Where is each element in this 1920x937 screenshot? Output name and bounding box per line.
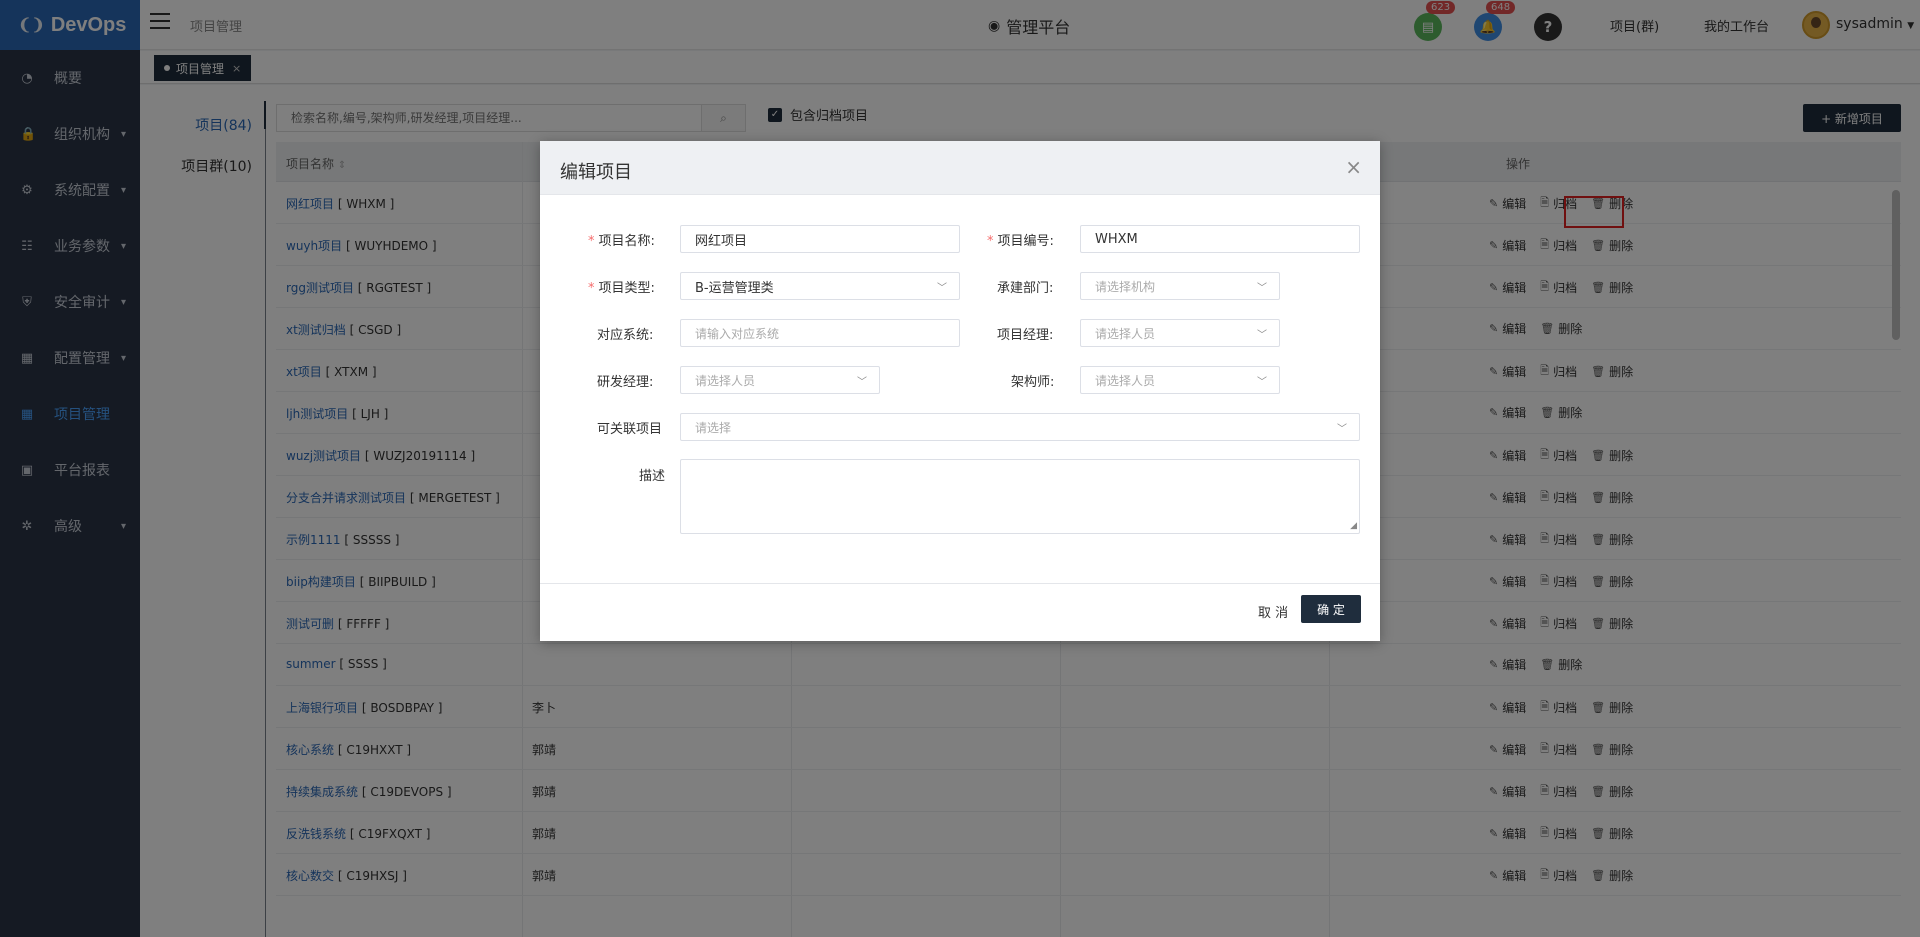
dept-label: 承建部门:	[997, 281, 1054, 296]
architect-select[interactable]: 请选择人员 ﹀	[1080, 366, 1280, 394]
pm-select[interactable]: 请选择人员 ﹀	[1080, 319, 1280, 347]
chevron-down-icon: ﹀	[1257, 283, 1267, 294]
required-marker: *	[987, 234, 994, 249]
dialog-footer: 取 消 确 定	[540, 583, 1380, 641]
related-projects-select[interactable]: 请选择 ﹀	[680, 413, 1360, 441]
cancel-button[interactable]: 取 消	[1258, 602, 1288, 621]
project-name-field[interactable]: 网红项目	[680, 225, 960, 253]
project-type-label: * 项目类型:	[588, 281, 655, 296]
system-input[interactable]: 请输入对应系统	[680, 319, 960, 347]
chevron-down-icon: ﹀	[1257, 377, 1267, 388]
architect-label: 架构师:	[1011, 375, 1055, 390]
chevron-down-icon: ﹀	[857, 377, 867, 388]
close-icon[interactable]: ×	[1345, 155, 1362, 179]
required-marker: *	[588, 234, 595, 249]
dialog-title: 编辑项目	[560, 162, 632, 183]
project-code-label: * 项目编号:	[987, 234, 1054, 249]
description-textarea[interactable]: ◢	[680, 459, 1360, 534]
dev-manager-select[interactable]: 请选择人员 ﹀	[680, 366, 880, 394]
chevron-down-icon: ﹀	[1337, 424, 1347, 435]
resize-grip-icon[interactable]: ◢	[1350, 521, 1357, 531]
chevron-down-icon: ﹀	[937, 283, 947, 294]
project-code-field[interactable]: WHXM	[1080, 225, 1360, 253]
related-projects-label: 可关联项目	[597, 422, 663, 437]
project-name-label: * 项目名称:	[588, 234, 655, 249]
chevron-down-icon: ﹀	[1257, 330, 1267, 341]
pm-label: 项目经理:	[997, 328, 1054, 343]
edit-project-dialog: 编辑项目 × * 项目名称: 网红项目 * 项目编号: WHXM * 项目类型: B-…	[540, 141, 1380, 641]
dev-manager-label: 研发经理:	[597, 375, 654, 390]
dept-select[interactable]: 请选择机构 ﹀	[1080, 272, 1280, 300]
description-label: 描述	[639, 469, 666, 484]
confirm-button[interactable]: 确 定	[1301, 595, 1361, 623]
required-marker: *	[588, 281, 595, 296]
dialog-header: 编辑项目 ×	[540, 141, 1380, 195]
system-label: 对应系统:	[597, 328, 654, 343]
project-type-select[interactable]: B-运营管理类 ﹀	[680, 272, 960, 300]
